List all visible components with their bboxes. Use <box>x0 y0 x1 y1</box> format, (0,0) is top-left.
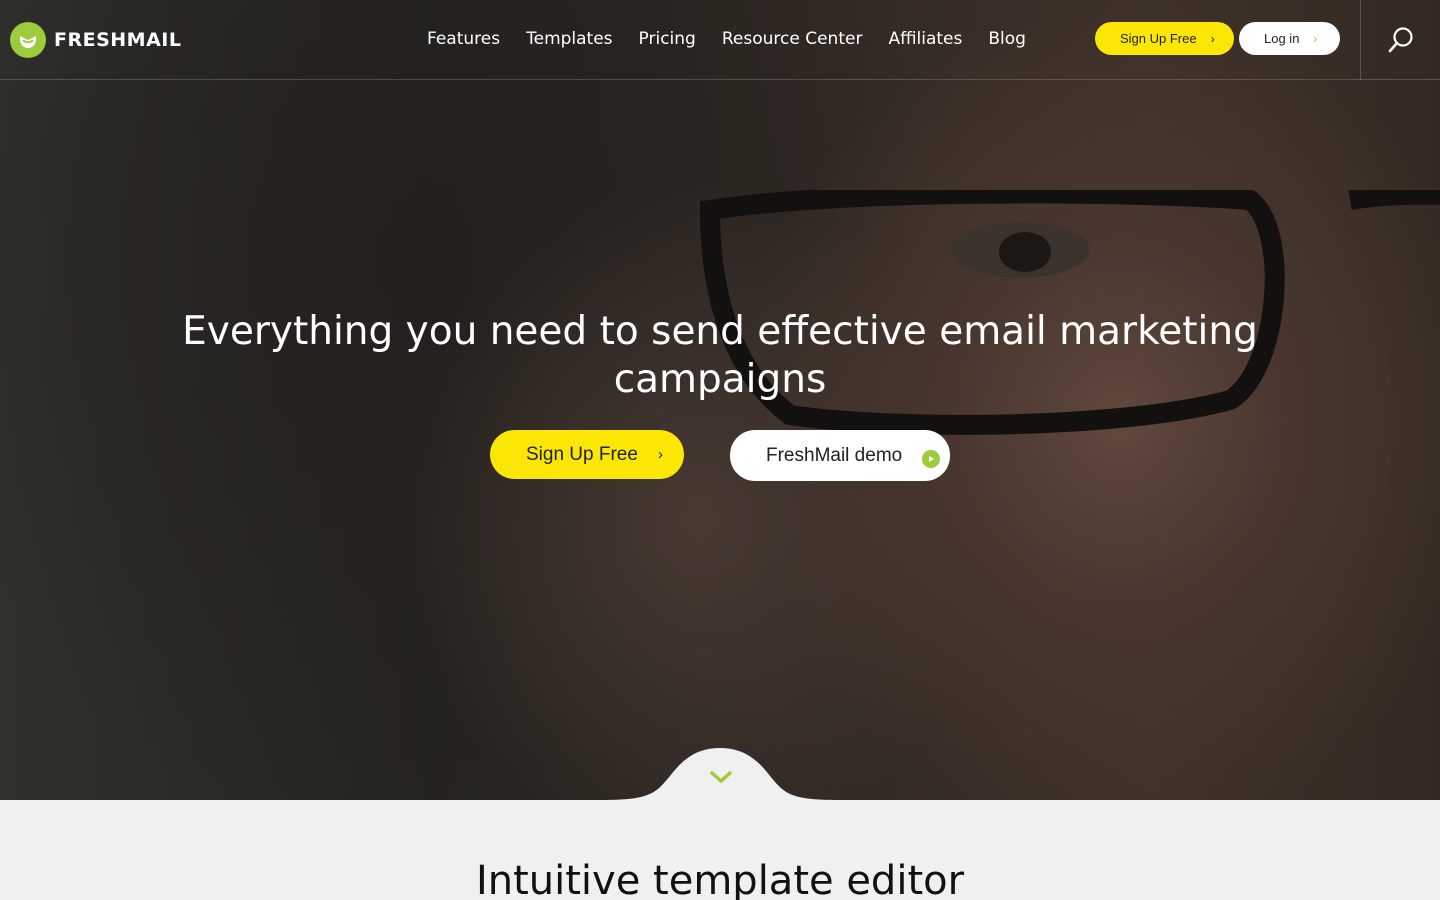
logo[interactable]: FRESHMAIL <box>10 22 181 58</box>
logo-icon <box>10 22 46 58</box>
chevron-right-icon: › <box>1210 31 1215 46</box>
header-signup-button[interactable]: Sign Up Free › <box>1095 22 1234 55</box>
nav-link-resource-center[interactable]: Resource Center <box>722 29 863 49</box>
hero-signup-label: Sign Up Free <box>526 443 638 465</box>
hero-headline: Everything you need to send effective em… <box>182 309 1258 402</box>
chevron-right-icon: › <box>1313 31 1318 46</box>
header-login-label: Log in <box>1264 31 1300 46</box>
nav-link-templates[interactable]: Templates <box>526 29 612 49</box>
search-icon <box>1388 27 1413 53</box>
nav-link-affiliates[interactable]: Affiliates <box>888 29 962 49</box>
demo-button[interactable]: FreshMail demo <box>730 430 950 481</box>
scroll-down-tab[interactable] <box>600 748 840 800</box>
main-menu: Features Templates Pricing Resource Cent… <box>414 29 1039 49</box>
hero-signup-button[interactable]: Sign Up Free › <box>490 430 684 479</box>
header-login-button[interactable]: Log in › <box>1239 22 1340 55</box>
header-signup-label: Sign Up Free <box>1120 31 1197 46</box>
chevron-right-icon: › <box>657 446 663 463</box>
logo-text: FRESHMAIL <box>54 29 182 51</box>
top-navigation: FRESHMAIL Features Templates Pricing Res… <box>0 0 1440 80</box>
section-title: Intuitive template editor <box>475 858 965 900</box>
demo-label: FreshMail demo <box>766 444 903 466</box>
search-button[interactable] <box>1360 0 1440 80</box>
play-icon <box>922 449 941 468</box>
nav-link-pricing[interactable]: Pricing <box>639 29 696 49</box>
nav-link-blog[interactable]: Blog <box>988 29 1026 49</box>
nav-link-features[interactable]: Features <box>427 29 500 49</box>
